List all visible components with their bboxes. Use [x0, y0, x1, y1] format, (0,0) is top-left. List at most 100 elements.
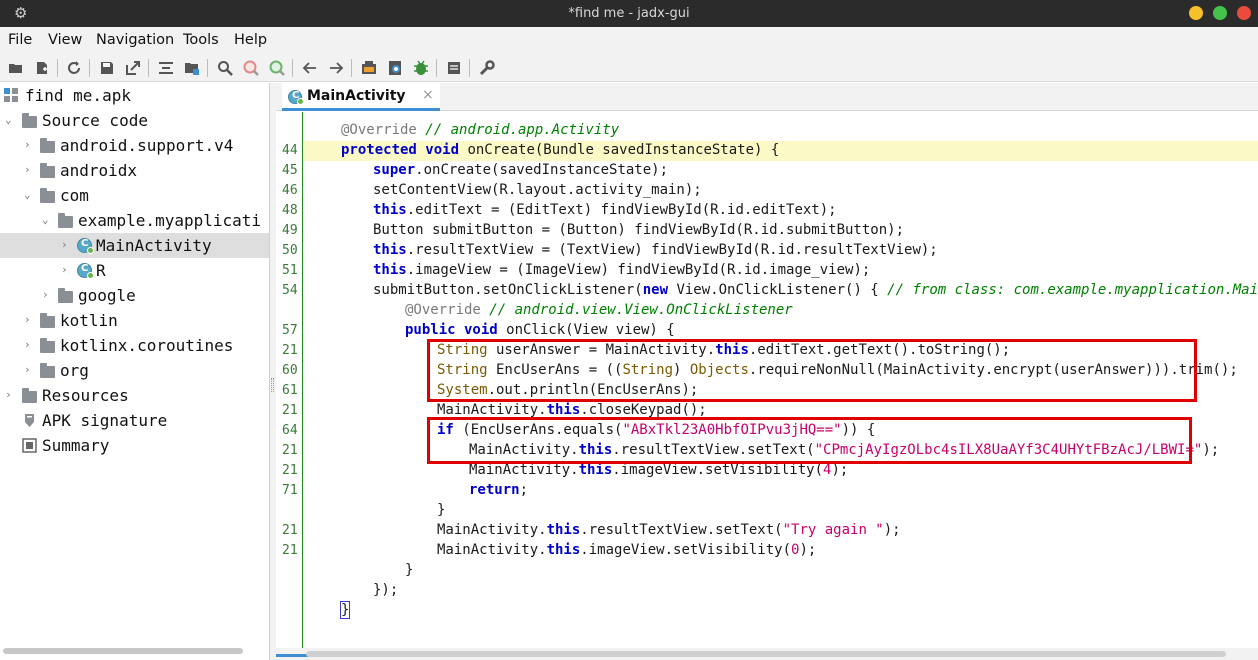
code-line: @Override // android.app.Activity: [341, 122, 620, 138]
code-line: MainActivity.this.resultTextView.setText…: [437, 522, 901, 538]
tree-label: Summary: [42, 436, 110, 455]
find-usage-icon[interactable]: [268, 59, 285, 76]
tree-item-resources[interactable]: › Resources: [0, 383, 269, 408]
certificate-icon: [22, 413, 37, 428]
reload-icon[interactable]: [65, 59, 82, 76]
chevron-right-icon[interactable]: ›: [24, 362, 34, 378]
tree-label: org: [60, 361, 89, 380]
deobfuscation-icon[interactable]: [360, 59, 377, 76]
code-line: MainActivity.this.closeKeypad();: [437, 402, 707, 418]
class-icon: [288, 90, 304, 105]
chevron-right-icon[interactable]: ›: [5, 387, 15, 403]
splitter-grip-icon: [271, 378, 274, 392]
chevron-right-icon[interactable]: ›: [24, 137, 34, 153]
search-icon[interactable]: [216, 59, 233, 76]
line-number: 51: [282, 263, 298, 278]
chevron-right-icon[interactable]: ›: [24, 162, 34, 178]
line-number: 60: [282, 363, 298, 378]
code-line: this.resultTextView = (TextView) findVie…: [373, 242, 938, 258]
code-line: MainActivity.this.imageView.setVisibilit…: [437, 542, 817, 558]
chevron-right-icon[interactable]: ›: [61, 262, 71, 278]
maximize-button[interactable]: [1213, 6, 1227, 20]
highlight-box-comparison: [427, 417, 1192, 464]
tree-label: android.support.v4: [60, 136, 234, 155]
chevron-down-icon[interactable]: ⌄: [24, 187, 34, 203]
tree-label: google: [78, 286, 136, 305]
save-all-icon[interactable]: [98, 59, 115, 76]
preferences-icon[interactable]: [478, 59, 495, 76]
flatten-packages-icon[interactable]: [183, 59, 200, 76]
tree-item-source-code[interactable]: ⌄ Source code: [0, 108, 269, 133]
tree-item-class[interactable]: › R: [0, 258, 269, 283]
tab-mainactivity[interactable]: MainActivity ×: [282, 83, 440, 111]
folder-icon: [40, 163, 55, 178]
code-line: this.imageView = (ImageView) findViewByI…: [373, 262, 871, 278]
tree-item-package[interactable]: › google: [0, 283, 269, 308]
line-number: 21: [282, 443, 298, 458]
log-viewer-icon[interactable]: [445, 59, 462, 76]
chevron-down-icon[interactable]: ⌄: [5, 112, 15, 128]
menu-navigation[interactable]: Navigation: [96, 32, 174, 48]
sync-with-editor-icon[interactable]: [157, 59, 174, 76]
code-editor[interactable]: 44 45 46 48 49 50 51 54 57 21 60 61 21 64 21 21 71 21 21 @…: [276, 112, 1258, 648]
line-number: 54: [282, 283, 298, 298]
line-number: 48: [282, 203, 298, 218]
folder-icon: [58, 213, 73, 228]
tree-item-package[interactable]: ⌄ com: [0, 183, 269, 208]
code-line: protected void onCreate(Bundle savedInst…: [341, 142, 780, 158]
tree-item-package[interactable]: › kotlin: [0, 308, 269, 333]
menu-view[interactable]: View: [48, 32, 82, 48]
menu-file[interactable]: File: [8, 32, 32, 48]
add-files-icon[interactable]: [33, 59, 50, 76]
forward-icon[interactable]: [327, 59, 344, 76]
window-title: *find me - jadx-gui: [568, 6, 690, 21]
apk-icon: [4, 88, 19, 103]
code-line: MainActivity.this.imageView.setVisibilit…: [469, 462, 849, 478]
open-file-icon[interactable]: [7, 59, 24, 76]
chevron-right-icon[interactable]: ›: [61, 237, 71, 253]
quark-icon[interactable]: [386, 59, 403, 76]
editor-horizontal-scrollbar[interactable]: [276, 648, 1258, 660]
back-icon[interactable]: [301, 59, 318, 76]
close-button[interactable]: [1237, 6, 1251, 20]
tree-horizontal-scrollbar[interactable]: [3, 648, 243, 654]
tree-item-summary[interactable]: Summary: [0, 433, 269, 458]
toolbar-separator: [89, 59, 90, 77]
menu-bar: File View Navigation Tools Help: [0, 27, 1258, 53]
tree-label: Resources: [42, 386, 129, 405]
code-line: setContentView(R.layout.activity_main);: [373, 182, 702, 198]
tree-item-package[interactable]: › org: [0, 358, 269, 383]
line-number: 21: [282, 523, 298, 538]
menu-help[interactable]: Help: [234, 32, 267, 48]
tree-item-apk[interactable]: find me.apk: [0, 83, 269, 108]
find-class-icon[interactable]: [242, 59, 259, 76]
export-icon[interactable]: [124, 59, 141, 76]
scrollbar-thumb[interactable]: [306, 651, 1226, 657]
code-line: @Override // android.view.View.OnClickLi…: [405, 302, 793, 318]
chevron-down-icon[interactable]: ⌄: [42, 212, 52, 228]
line-number: 50: [282, 243, 298, 258]
minimize-button[interactable]: [1189, 6, 1203, 20]
tree-item-package[interactable]: › android.support.v4: [0, 133, 269, 158]
tree-item-package[interactable]: ⌄ example.myapplicati: [0, 208, 269, 233]
tree-item-apk-signature[interactable]: APK signature: [0, 408, 269, 433]
folder-icon: [58, 288, 73, 303]
code-line: super.onCreate(savedInstanceState);: [373, 162, 669, 178]
tree-item-package[interactable]: › androidx: [0, 158, 269, 183]
chevron-right-icon[interactable]: ›: [24, 337, 34, 353]
tree-item-package[interactable]: › kotlinx.coroutines: [0, 333, 269, 358]
folder-icon: [22, 113, 37, 128]
tree-label: MainActivity: [96, 236, 212, 255]
close-tab-icon[interactable]: ×: [422, 87, 434, 103]
chevron-right-icon[interactable]: ›: [24, 312, 34, 328]
chevron-right-icon[interactable]: ›: [42, 287, 52, 303]
project-tree[interactable]: find me.apk ⌄ Source code › android.supp…: [0, 83, 270, 660]
code-line: submitButton.setOnClickListener(new View…: [373, 282, 1258, 298]
menu-tools[interactable]: Tools: [183, 32, 219, 48]
toolbar-separator: [148, 59, 149, 77]
line-number: 61: [282, 383, 298, 398]
debugger-icon[interactable]: [412, 59, 429, 76]
toolbar-separator: [351, 59, 352, 77]
tree-item-class-selected[interactable]: › MainActivity: [0, 233, 269, 258]
line-number: 57: [282, 323, 298, 338]
